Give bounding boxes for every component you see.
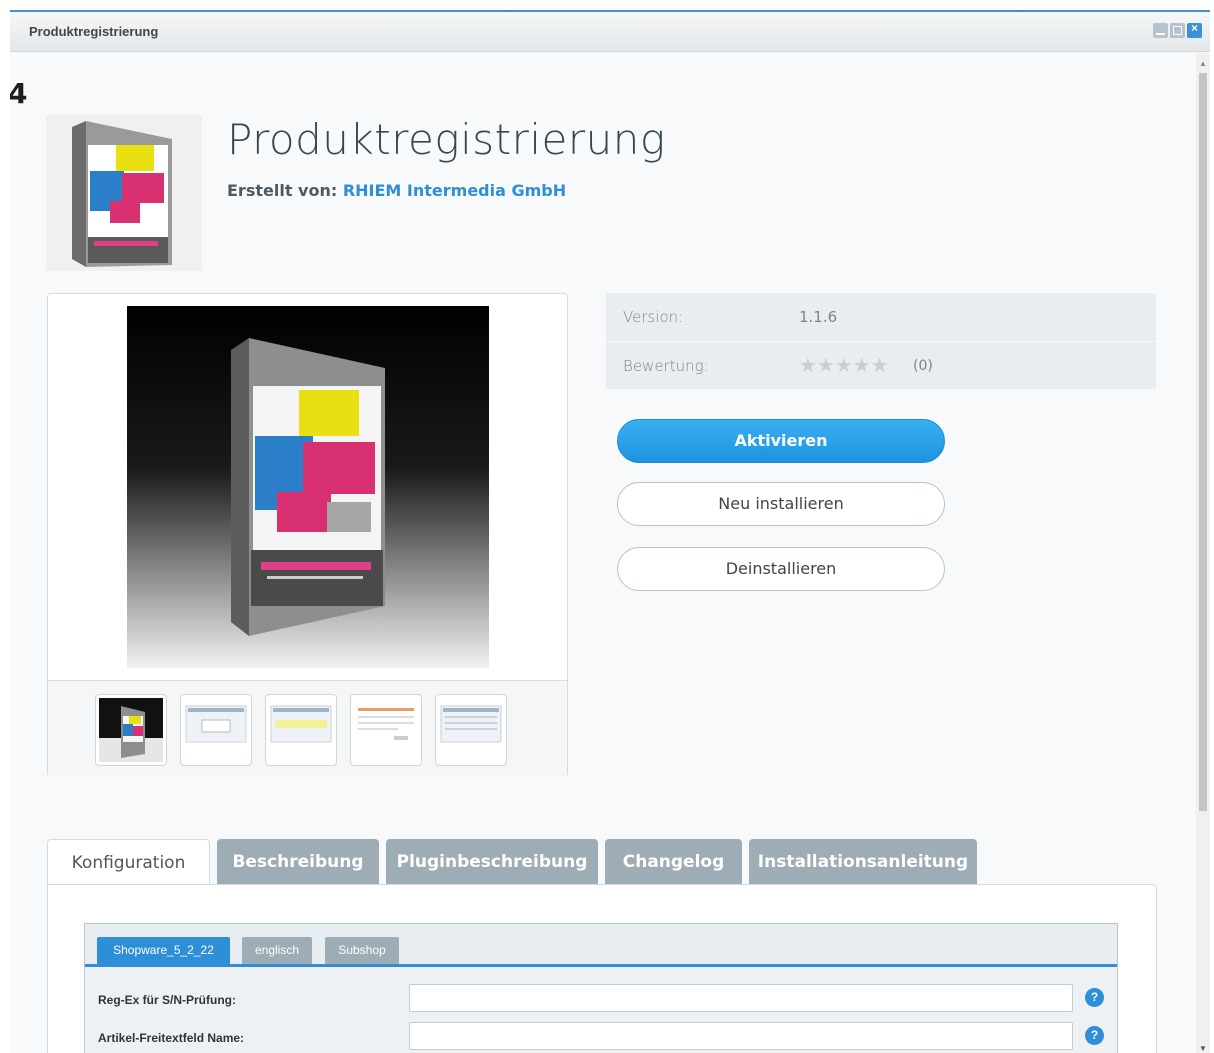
thumbnail-5[interactable] (435, 694, 507, 766)
author-label: Erstellt von: (227, 181, 338, 200)
thumbnail-2[interactable] (180, 694, 252, 766)
maximize-icon[interactable] (1170, 23, 1185, 38)
version-row: Version: 1.1.6 (606, 293, 1156, 342)
image-gallery (47, 293, 568, 777)
reinstall-button[interactable]: Neu installieren (617, 482, 945, 526)
tab-changelog[interactable]: Changelog (605, 839, 742, 885)
rating-label: Bewertung: (623, 357, 709, 375)
window-controls: × (1153, 21, 1202, 38)
uninstall-button[interactable]: Deinstallieren (617, 547, 945, 591)
help-icon[interactable]: ? (1085, 988, 1104, 1007)
rating-row: Bewertung: ★★★★★ (0) (606, 342, 1156, 390)
thumbnail-strip (48, 680, 567, 777)
tab-panel-konfiguration: Shopware_5_2_22 englisch Subshop Reg-Ex … (47, 884, 1157, 1053)
close-icon[interactable]: × (1187, 21, 1202, 38)
thumbnail-1[interactable] (95, 694, 167, 766)
thumbnail-4[interactable] (350, 694, 422, 766)
plugin-info-box: Version: 1.1.6 Bewertung: ★★★★★ (0) (606, 293, 1156, 389)
tab-pluginbeschreibung[interactable]: Pluginbeschreibung (386, 839, 598, 885)
shop-tab-subshop[interactable]: Subshop (325, 937, 399, 964)
tab-installationsanleitung[interactable]: Installationsanleitung (749, 839, 977, 885)
regex-input[interactable] (409, 984, 1073, 1012)
rating-stars-icon: ★★★★★ (799, 355, 889, 377)
version-value: 1.1.6 (799, 308, 838, 326)
plugin-box-icon (46, 115, 202, 271)
author-link[interactable]: RHIEM Intermedia GmbH (343, 181, 566, 200)
shop-tabs: Shopware_5_2_22 englisch Subshop (85, 924, 1117, 967)
window-title: Produktregistrierung (29, 24, 159, 39)
vertical-scrollbar[interactable]: ▲ ▼ (1196, 53, 1210, 1053)
config-fields: Reg-Ex für S/N-Prüfung: ? Artikel-Freite… (85, 967, 1117, 1053)
plugin-window: Produktregistrierung × 4 Produktregistri… (10, 10, 1210, 1053)
regex-field-label: Reg-Ex für S/N-Prüfung: (98, 993, 236, 1007)
minimize-icon[interactable] (1153, 23, 1168, 38)
plugin-author: Erstellt von: RHIEM Intermedia GmbH (227, 181, 566, 200)
rating-count: (0) (913, 358, 933, 374)
window-content: 4 Produktregistrierung Erstellt von: RHI… (10, 53, 1196, 1053)
shop-tab-englisch[interactable]: englisch (242, 937, 312, 964)
plugin-title: Produktregistrierung (227, 115, 666, 164)
step-number: 4 (10, 77, 27, 110)
freitextfeld-input[interactable] (409, 1022, 1073, 1050)
main-product-image (127, 306, 489, 668)
scroll-thumb[interactable] (1199, 73, 1207, 811)
config-form: Shopware_5_2_22 englisch Subshop Reg-Ex … (84, 923, 1118, 1053)
version-label: Version: (623, 308, 684, 326)
window-titlebar[interactable]: Produktregistrierung × (10, 12, 1210, 52)
scroll-up-icon[interactable]: ▲ (1199, 59, 1207, 68)
activate-button[interactable]: Aktivieren (617, 419, 945, 463)
freitextfeld-label: Artikel-Freitextfeld Name: (98, 1031, 245, 1045)
tab-konfiguration[interactable]: Konfiguration (47, 839, 210, 886)
tab-beschreibung[interactable]: Beschreibung (217, 839, 379, 885)
thumbnail-3[interactable] (265, 694, 337, 766)
help-icon[interactable]: ? (1085, 1026, 1104, 1045)
scroll-down-icon[interactable]: ▼ (1199, 1044, 1207, 1053)
shop-tab-shopware[interactable]: Shopware_5_2_22 (97, 937, 230, 964)
